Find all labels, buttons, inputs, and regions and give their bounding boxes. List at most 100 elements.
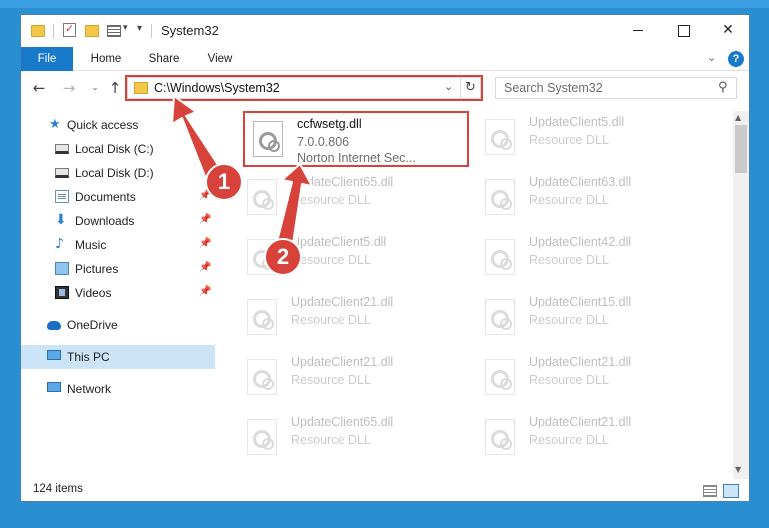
pin-icon[interactable]: 📌	[199, 286, 211, 297]
scroll-down-icon[interactable]: ▼	[735, 465, 741, 474]
sidebar-item-local-disk-d[interactable]: Local Disk (D:)	[21, 161, 215, 185]
scroll-thumb[interactable]	[735, 125, 747, 173]
sidebar-item-downloads[interactable]: ⬇ Downloads 📌	[21, 209, 215, 233]
search-input[interactable]: Search System32 ⚲	[495, 77, 737, 99]
file-description: Resource DLL	[291, 313, 371, 327]
navigation-bar: ← → ⌄ ↑ C:\Windows\System32 ⌄ ↻ Search S…	[21, 72, 749, 104]
sidebar-item-videos[interactable]: Videos 📌	[21, 281, 215, 305]
file-description: Resource DLL	[529, 373, 609, 387]
file-description: Resource DLL	[529, 433, 609, 447]
file-description: Resource DLL	[291, 193, 371, 207]
customize-toolbar-icon[interactable]: ▾	[137, 23, 142, 34]
sidebar-item-onedrive[interactable]: OneDrive	[21, 313, 215, 337]
sidebar-item-pictures[interactable]: Pictures 📌	[21, 257, 215, 281]
new-folder-icon[interactable]	[85, 25, 99, 37]
sidebar-item-label: Network	[67, 382, 112, 396]
title-divider	[151, 24, 152, 38]
onedrive-icon	[47, 321, 61, 330]
disk-icon	[55, 168, 69, 178]
help-icon[interactable]: ?	[728, 51, 744, 67]
callout-2: 2	[264, 238, 302, 276]
sidebar-item-label: Quick access	[67, 118, 139, 132]
file-description: Resource DLL	[529, 193, 609, 207]
pin-icon[interactable]: 📌	[199, 262, 211, 273]
recent-locations-button[interactable]: ⌄	[85, 78, 105, 98]
file-tile[interactable]: UpdateClient21.dll Resource DLL	[239, 291, 459, 347]
sidebar-item-label: Videos	[75, 286, 112, 300]
sidebar-item-quick-access[interactable]: ★ Quick access	[21, 113, 215, 137]
ribbon-tabs: File Home Share View ⌄ ?	[21, 47, 749, 71]
dll-file-icon	[247, 179, 277, 215]
file-tile[interactable]: UpdateClient21.dll Resource DLL	[477, 411, 697, 467]
file-name: UpdateClient5.dll	[529, 115, 625, 129]
dll-file-icon	[485, 299, 515, 335]
desktop-background	[0, 0, 769, 8]
file-version: 7.0.0.806	[297, 135, 350, 149]
close-button[interactable]: ✕	[706, 15, 749, 45]
pin-icon[interactable]: 📌	[199, 214, 211, 225]
sidebar-item-documents[interactable]: Documents 📌	[21, 185, 215, 209]
forward-button[interactable]: →	[59, 78, 79, 98]
sidebar-item-this-pc[interactable]: This PC	[21, 345, 215, 369]
view-options-icon[interactable]	[107, 25, 121, 37]
sidebar-item-label: This PC	[67, 350, 110, 364]
file-tile[interactable]: UpdateClient65.dll Resource DLL	[239, 171, 459, 227]
file-tile[interactable]: UpdateClient21.dll Resource DLL	[239, 351, 459, 407]
file-description: Norton Internet Sec...	[297, 151, 416, 165]
sidebar-item-label: Documents	[75, 190, 136, 204]
network-icon	[47, 382, 61, 392]
file-name: UpdateClient21.dll	[291, 355, 394, 369]
up-button[interactable]: ↑	[105, 78, 125, 98]
file-tile-featured[interactable]: ccfwsetg.dll 7.0.0.806 Norton Internet S…	[243, 111, 469, 167]
dll-file-icon	[485, 359, 515, 395]
file-name: UpdateClient42.dll	[529, 235, 632, 249]
file-tile[interactable]: UpdateClient21.dll Resource DLL	[477, 351, 697, 407]
minimize-button[interactable]	[616, 15, 660, 45]
file-name: ccfwsetg.dll	[297, 117, 362, 131]
search-icon[interactable]: ⚲	[718, 80, 728, 95]
chevron-down-icon[interactable]: ⌄	[707, 51, 716, 64]
sidebar-item-label: OneDrive	[67, 318, 118, 332]
videos-icon	[55, 286, 69, 299]
file-name: UpdateClient21.dll	[529, 355, 632, 369]
documents-icon	[55, 190, 69, 203]
tab-view[interactable]: View	[197, 47, 243, 71]
file-tile[interactable]: UpdateClient42.dll Resource DLL	[477, 231, 697, 287]
dll-file-icon	[247, 419, 277, 455]
file-tile[interactable]: UpdateClient5.dll Resource DLL	[477, 111, 697, 167]
callout-1: 1	[205, 163, 243, 201]
properties-icon[interactable]	[63, 22, 76, 37]
pin-icon[interactable]: 📌	[199, 238, 211, 249]
chevron-down-icon[interactable]: ▾	[123, 23, 128, 33]
file-name: UpdateClient65.dll	[291, 415, 394, 429]
file-tile[interactable]: UpdateClient65.dll Resource DLL	[239, 411, 459, 467]
details-view-icon[interactable]	[703, 485, 717, 497]
back-button[interactable]: ←	[29, 78, 49, 98]
file-description: Resource DLL	[529, 313, 609, 327]
sidebar-item-network[interactable]: Network	[21, 377, 215, 401]
sidebar-item-label: Music	[75, 238, 107, 252]
file-tile[interactable]: UpdateClient63.dll Resource DLL	[477, 171, 697, 227]
downloads-icon: ⬇	[55, 212, 67, 228]
file-name: UpdateClient65.dll	[291, 175, 394, 189]
dll-file-icon	[485, 119, 515, 155]
search-placeholder: Search System32	[504, 81, 603, 95]
maximize-button[interactable]	[661, 15, 705, 45]
file-name: UpdateClient21.dll	[291, 295, 394, 309]
sidebar-item-music[interactable]: ♪ Music 📌	[21, 233, 215, 257]
explorer-window: ▾ ▾ System32 ✕ File Home Share View ⌄ ? …	[20, 14, 750, 502]
vertical-scrollbar[interactable]: ▲ ▼	[733, 111, 749, 479]
this-pc-icon	[47, 350, 61, 360]
sidebar-item-local-disk-c[interactable]: Local Disk (C:)	[21, 137, 215, 161]
tab-home[interactable]: Home	[81, 47, 131, 71]
tab-file[interactable]: File	[21, 47, 73, 71]
scroll-up-icon[interactable]: ▲	[735, 113, 741, 122]
tiles-view-icon[interactable]	[723, 484, 739, 498]
file-list: ccfwsetg.dll 7.0.0.806 Norton Internet S…	[229, 111, 733, 471]
file-name: UpdateClient15.dll	[529, 295, 632, 309]
title-bar: ▾ ▾ System32 ✕	[21, 15, 749, 47]
tab-share[interactable]: Share	[139, 47, 189, 71]
sidebar-item-label: Pictures	[75, 262, 119, 276]
file-tile[interactable]: UpdateClient15.dll Resource DLL	[477, 291, 697, 347]
disk-icon	[55, 144, 69, 154]
